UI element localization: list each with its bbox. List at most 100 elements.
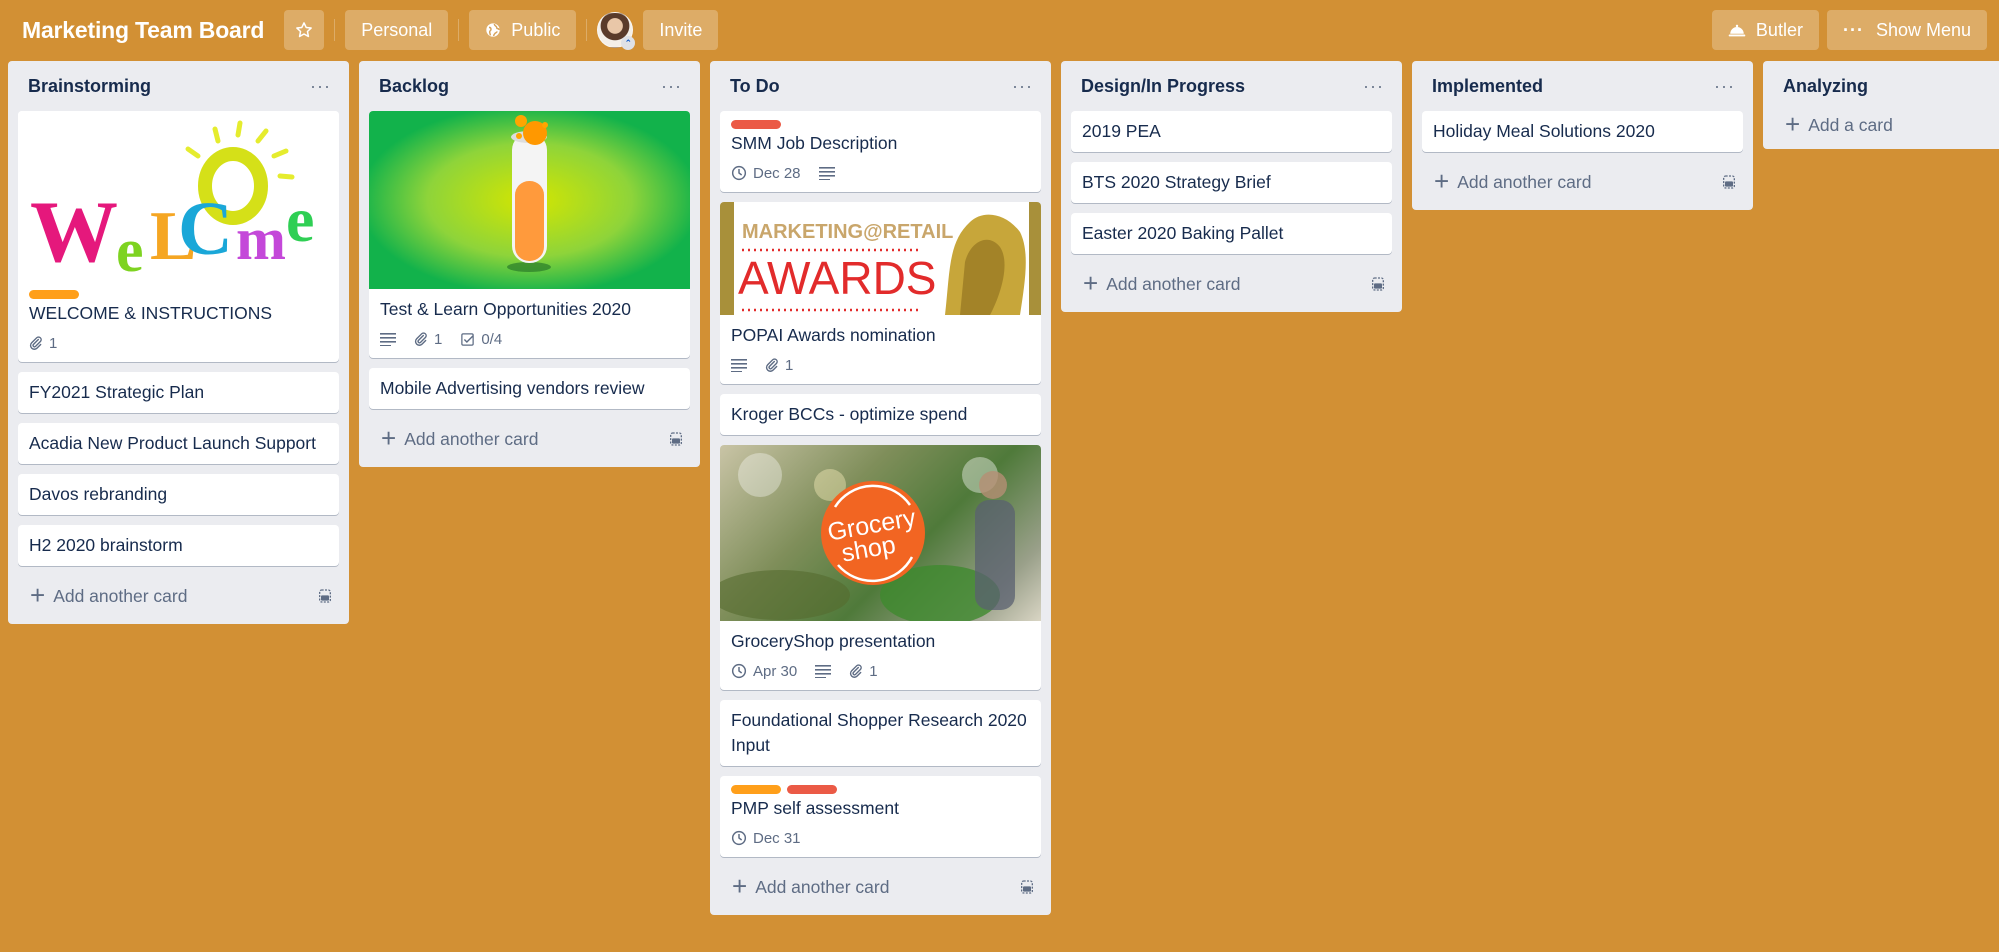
header-divider (334, 19, 336, 41)
board-header: Marketing Team Board Personal Public ⌃ I… (0, 0, 1999, 60)
list-title[interactable]: Analyzing (1783, 76, 1868, 97)
list-menu-icon[interactable]: ··· (657, 76, 686, 97)
add-another-card-button[interactable]: + Add another card (732, 870, 889, 901)
attachment-badge: 1 (849, 662, 878, 680)
card[interactable]: Holiday Meal Solutions 2020 (1422, 111, 1743, 152)
card-title: POPAI Awards nomination (731, 325, 936, 345)
card-title: GroceryShop presentation (731, 631, 936, 651)
card[interactable]: Acadia New Product Launch Support (18, 423, 339, 464)
card-title: Test & Learn Opportunities 2020 (380, 299, 631, 319)
list-menu-icon[interactable]: ··· (306, 76, 335, 97)
personal-label: Personal (361, 19, 433, 40)
card-badges: 1 (731, 354, 1031, 376)
card-title: Davos rebranding (29, 484, 168, 504)
card-title: Foundational Shopper Research 2020 Input (731, 710, 1027, 755)
card-badges: Dec 31 (731, 827, 1031, 849)
groceryshop-image: Grocery shop (720, 453, 1015, 621)
create-from-template-icon[interactable] (668, 431, 684, 447)
due-date: Dec 31 (753, 829, 801, 847)
add-another-card-button[interactable]: + Add another card (30, 582, 187, 608)
list-menu-icon[interactable]: ··· (1008, 76, 1037, 97)
attachment-count: 1 (49, 334, 58, 352)
member-avatar[interactable]: ⌃ (597, 12, 636, 50)
card[interactable]: Easter 2020 Baking Pallet (1071, 213, 1392, 254)
create-from-template-icon[interactable] (1370, 276, 1386, 292)
add-another-card-button[interactable]: + Add another card (1434, 168, 1592, 194)
card-title: Mobile Advertising vendors review (380, 378, 645, 398)
list-title[interactable]: Brainstorming (28, 76, 151, 97)
list-title[interactable]: Design/In Progress (1081, 76, 1245, 97)
svg-text:e: e (286, 184, 314, 255)
add-card-label: Add another card (404, 428, 539, 449)
create-from-template-icon[interactable] (1019, 879, 1035, 895)
list-title[interactable]: Backlog (379, 76, 449, 97)
paperclip-icon (414, 332, 427, 346)
list-header: Analyzing (1773, 61, 1999, 111)
plus-icon: + (1083, 267, 1099, 298)
card[interactable]: FY2021 Strategic Plan (18, 372, 339, 413)
visibility-public-button[interactable]: Public (469, 10, 577, 50)
due-date: Dec 28 (753, 164, 801, 182)
add-another-card-button[interactable]: + Add another card (381, 425, 539, 451)
list-menu-icon[interactable]: ··· (1710, 76, 1739, 97)
card-badges: 1 0/4 (380, 328, 680, 350)
list-brainstorming: Brainstorming ··· W e L C m e WELCOME & … (8, 61, 349, 624)
description-icon (815, 665, 832, 678)
card[interactable]: Mobile Advertising vendors review (369, 368, 690, 409)
list-title[interactable]: Implemented (1432, 76, 1543, 97)
card-title: FY2021 Strategic Plan (29, 382, 205, 402)
card-cover-awards-image: MARKETING@RETAIL AWARDS (720, 202, 1041, 315)
plus-icon: + (732, 870, 748, 901)
more-dots-icon: ··· (1842, 19, 1864, 40)
due-date-badge: Dec 31 (731, 830, 801, 847)
card[interactable]: PMP self assessment Dec 31 (720, 776, 1041, 857)
create-from-template-icon[interactable] (317, 588, 333, 604)
card[interactable]: Davos rebranding (18, 474, 339, 515)
card-title: SMM Job Description (731, 133, 898, 153)
card-title: BTS 2020 Strategy Brief (1082, 172, 1271, 192)
show-menu-button[interactable]: ··· Show Menu (1826, 10, 1987, 50)
list-menu-icon[interactable]: ··· (1359, 76, 1388, 97)
list-backlog: Backlog ··· Test & Learn Opportunities 2… (359, 61, 700, 467)
list-to-do: To Do ··· SMM Job Description Dec 28 MAR… (710, 61, 1051, 915)
list-analyzing: Analyzing + Add a card (1763, 61, 1999, 149)
personal-button[interactable]: Personal (345, 10, 449, 50)
card[interactable]: Foundational Shopper Research 2020 Input (720, 700, 1041, 766)
add-another-card-button[interactable]: + Add another card (1083, 267, 1241, 298)
card[interactable]: Grocery shop GroceryShop presentation Ap… (720, 445, 1041, 690)
star-board-button[interactable] (284, 10, 325, 50)
card[interactable]: Kroger BCCs - optimize spend (720, 394, 1041, 435)
create-from-template-icon[interactable] (1721, 174, 1737, 190)
card-cover-test-tube-image (369, 111, 690, 289)
description-icon (818, 167, 835, 180)
list-header: Brainstorming ··· (18, 61, 339, 111)
awards-cover-subtitle: MARKETING@RETAIL (742, 221, 953, 243)
due-date: Apr 30 (753, 662, 798, 680)
card-title: WELCOME & INSTRUCTIONS (29, 303, 273, 323)
card[interactable]: SMM Job Description Dec 28 (720, 111, 1041, 192)
add-card-label: Add another card (1457, 171, 1592, 192)
invite-button[interactable]: Invite (643, 10, 719, 50)
list-design-in-progress: Design/In Progress ··· 2019 PEA BTS 2020… (1061, 61, 1402, 312)
checklist-count: 0/4 (481, 330, 503, 348)
card[interactable]: Test & Learn Opportunities 2020 1 0/4 (369, 111, 690, 358)
card[interactable]: H2 2020 brainstorm (18, 525, 339, 566)
awards-cover-title: AWARDS (738, 252, 937, 304)
description-icon (380, 333, 396, 346)
invite-label: Invite (659, 19, 703, 40)
card[interactable]: W e L C m e WELCOME & INSTRUCTIONS 1 (18, 111, 339, 362)
card[interactable]: MARKETING@RETAIL AWARDS POPAI Awards nom… (720, 202, 1041, 384)
butler-button[interactable]: Butler (1711, 10, 1819, 50)
card[interactable]: 2019 PEA (1071, 111, 1392, 152)
add-card-label: Add another card (1106, 273, 1241, 294)
card-labels (29, 289, 329, 299)
card-cover-welcome-image: W e L C m e (18, 111, 339, 281)
butler-label: Butler (1755, 19, 1803, 40)
board-title[interactable]: Marketing Team Board (22, 17, 264, 44)
paperclip-icon (765, 358, 778, 372)
list-header: To Do ··· (720, 61, 1041, 111)
add-a-card-button[interactable]: + Add a card (1785, 111, 1893, 137)
list-title[interactable]: To Do (730, 76, 780, 97)
card[interactable]: BTS 2020 Strategy Brief (1071, 162, 1392, 203)
attachment-count: 1 (869, 662, 878, 680)
